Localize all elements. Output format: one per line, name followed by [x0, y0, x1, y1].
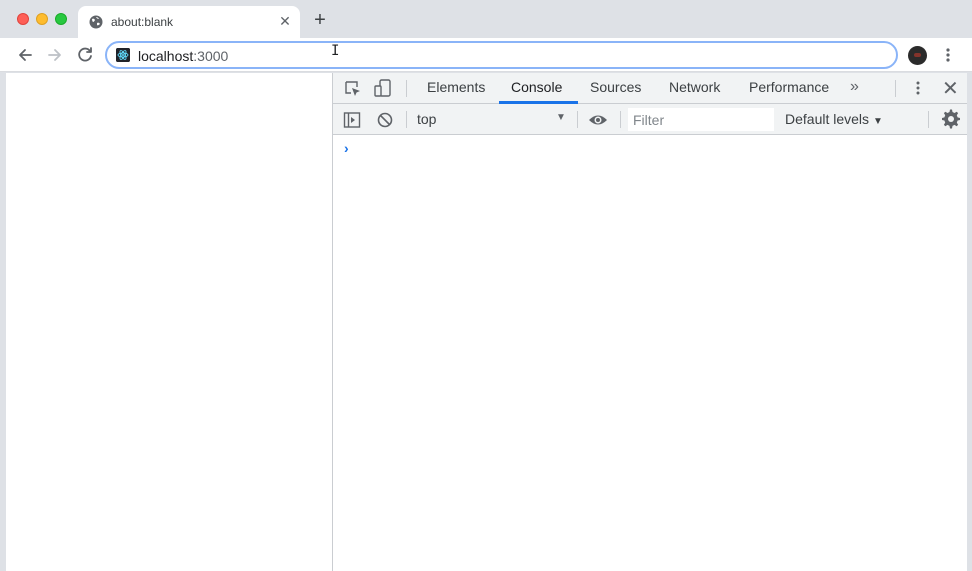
show-sidebar-icon[interactable] — [343, 111, 361, 129]
toolbar-divider — [406, 111, 407, 128]
react-logo-icon — [116, 48, 130, 62]
chevron-down-icon: ▼ — [873, 116, 883, 127]
address-host: localhost — [138, 48, 194, 64]
toolbar-divider — [620, 111, 621, 128]
globe-icon — [89, 15, 103, 29]
tab-console[interactable]: Console — [511, 73, 562, 104]
devtools-close-icon[interactable]: ✕ — [942, 76, 959, 101]
toolbar-divider — [406, 80, 407, 97]
console-output[interactable]: › — [333, 135, 967, 571]
address-text: localhost:3000 — [138, 48, 228, 64]
devtools-menu-icon[interactable] — [912, 79, 924, 97]
log-levels-label: Default levels — [785, 111, 870, 127]
new-tab-button[interactable]: + — [311, 10, 329, 30]
tab-strip: about:blank ✕ + — [0, 0, 972, 38]
gear-icon[interactable] — [941, 109, 961, 129]
console-prompt-icon[interactable]: › — [344, 140, 349, 156]
forward-arrow-icon[interactable] — [45, 45, 65, 65]
profile-avatar[interactable] — [908, 46, 927, 65]
address-bar[interactable]: localhost:3000 — [105, 41, 898, 69]
page-viewport[interactable] — [6, 73, 332, 571]
minimize-window-button[interactable] — [36, 13, 48, 25]
text-cursor-icon: I — [331, 43, 340, 59]
devtools-tab-bar: Elements Console Sources Network Perform… — [333, 73, 967, 104]
tab-performance[interactable]: Performance — [749, 73, 829, 104]
console-toolbar: top ▼ Default levels▼ — [333, 104, 967, 135]
reload-icon[interactable] — [75, 45, 95, 65]
toolbar-divider — [577, 111, 578, 128]
browser-window: about:blank ✕ + localhost:3000 I Element… — [0, 0, 972, 571]
log-levels-dropdown[interactable]: Default levels ▼ — [785, 111, 883, 127]
tab-network[interactable]: Network — [669, 73, 720, 104]
more-tabs-icon[interactable]: » — [850, 78, 859, 96]
close-window-button[interactable] — [17, 13, 29, 25]
browser-toolbar: localhost:3000 I — [0, 38, 972, 72]
context-selector[interactable]: top — [417, 111, 436, 127]
back-arrow-icon[interactable] — [15, 45, 35, 65]
toolbar-divider — [928, 111, 929, 128]
tab-title: about:blank — [111, 15, 174, 29]
device-toolbar-icon[interactable] — [374, 79, 392, 97]
toolbar-divider — [895, 80, 896, 97]
devtools-panel: Elements Console Sources Network Perform… — [332, 73, 967, 571]
tab-close-icon[interactable]: ✕ — [278, 14, 292, 28]
tab-sources[interactable]: Sources — [590, 73, 641, 104]
browser-tab[interactable]: about:blank ✕ — [78, 6, 300, 38]
tab-elements[interactable]: Elements — [427, 73, 485, 104]
address-port: :3000 — [193, 48, 229, 64]
filter-input[interactable] — [628, 108, 774, 131]
clear-console-icon[interactable] — [376, 111, 394, 129]
inspect-element-icon[interactable] — [344, 80, 362, 98]
maximize-window-button[interactable] — [55, 13, 67, 25]
eye-icon[interactable] — [588, 111, 608, 129]
chevron-down-icon[interactable]: ▼ — [556, 112, 566, 123]
browser-menu-icon[interactable] — [940, 45, 956, 65]
